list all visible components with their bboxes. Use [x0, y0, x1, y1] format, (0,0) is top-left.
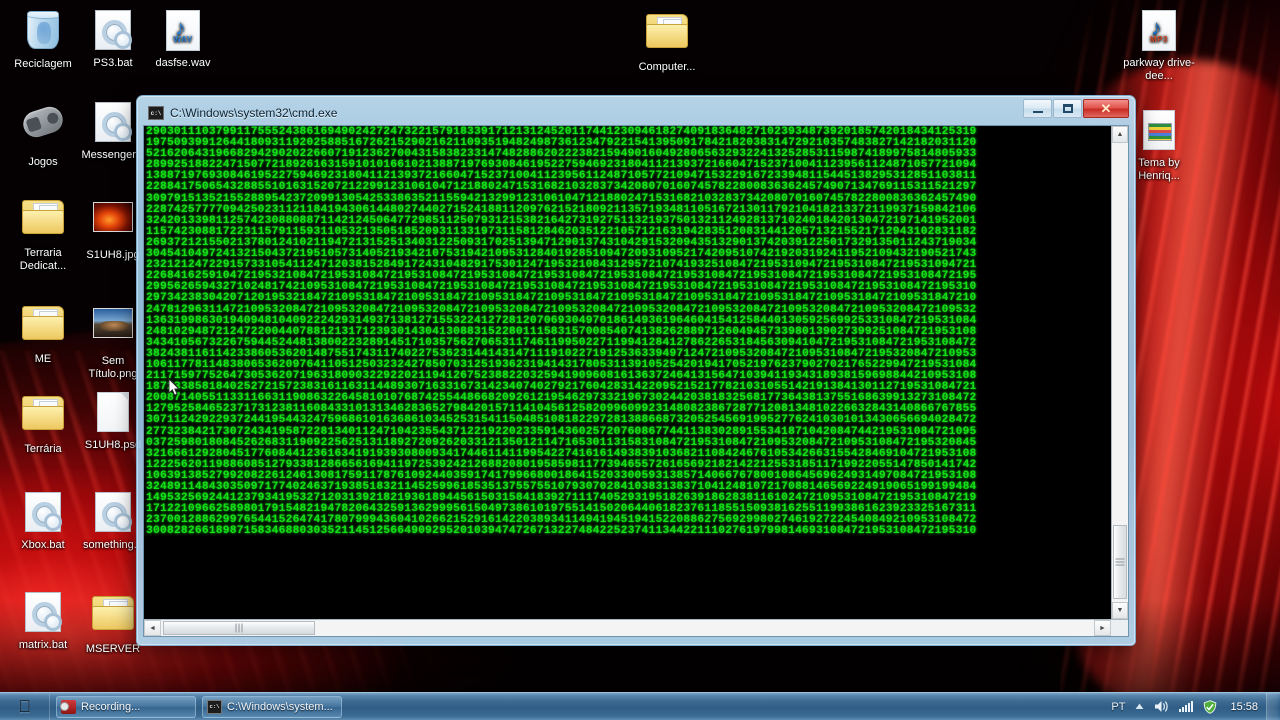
scroll-grip-icon	[1115, 558, 1125, 566]
cmd-console-output: 2903011103799117555243861694902427247322…	[144, 126, 1111, 619]
taskbar-button-cmd[interactable]: c:\ C:\Windows\system...	[202, 695, 342, 718]
trash-icon	[19, 11, 67, 55]
desktop-icon-label: Jogos	[28, 156, 58, 168]
speaker-icon	[1155, 701, 1169, 712]
shield-icon	[1204, 699, 1217, 714]
taskbar-button-label: Recording...	[81, 700, 141, 713]
show-hidden-icons-button[interactable]	[1130, 693, 1149, 720]
cmd-window[interactable]: c:\ C:\Windows\system32\cmd.exe ✕ 290301…	[136, 95, 1136, 646]
bat-icon	[89, 10, 137, 54]
desktop-icon-label: matrix.bat	[18, 639, 68, 651]
desktop-icon-label: Computer...	[638, 61, 696, 73]
desktop-icon[interactable]: Jogos	[6, 100, 80, 169]
start-button[interactable]: 	[0, 693, 50, 720]
volume-button[interactable]	[1149, 693, 1174, 720]
scroll-right-button[interactable]: ►	[1094, 620, 1111, 636]
taskbar-button-recording[interactable]: Recording...	[56, 695, 196, 718]
cmd-client-area: 2903011103799117555243861694902427247322…	[143, 125, 1129, 637]
bat-icon	[89, 492, 137, 536]
network-button[interactable]	[1174, 693, 1198, 720]
desktop-icon[interactable]: ♪ MP3 parkway drive- dee...	[1122, 8, 1196, 82]
doc-icon	[89, 392, 137, 436]
record-icon	[60, 699, 76, 714]
minimize-button[interactable]	[1023, 99, 1052, 118]
vertical-scrollbar[interactable]: ▲ ▼	[1111, 126, 1128, 619]
desktop-icon[interactable]: PS3.bat	[76, 8, 150, 70]
vertical-scroll-track[interactable]	[1112, 143, 1128, 602]
scrollbar-corner	[1111, 620, 1128, 636]
window-controls: ✕	[1023, 99, 1129, 118]
folder-icon	[19, 396, 67, 440]
desktop-icon-label: Reciclagem	[14, 58, 72, 70]
vertical-scroll-thumb[interactable]	[1113, 525, 1127, 599]
scroll-up-button[interactable]: ▲	[1112, 126, 1128, 143]
cmd-window-icon: c:\	[148, 106, 164, 120]
horizontal-scroll-track[interactable]	[161, 620, 1094, 636]
close-icon: ✕	[1100, 100, 1112, 116]
desktop-icon[interactable]: Terrária	[6, 390, 80, 456]
desktop-icon[interactable]: Computer...	[630, 8, 704, 74]
cmd-titlebar[interactable]: c:\ C:\Windows\system32\cmd.exe ✕	[143, 99, 1129, 125]
folder-icon	[89, 596, 137, 640]
desktop-icon-label: dasfse.wav	[155, 57, 211, 69]
zip-icon	[1135, 110, 1183, 154]
desktop-icon[interactable]: matrix.bat	[6, 590, 80, 652]
desktop-icon[interactable]: ME	[6, 300, 80, 366]
desktop-icon-label: Xbox.bat	[21, 539, 65, 551]
show-desktop-button[interactable]	[1266, 692, 1278, 720]
desktop-icon[interactable]: Reciclagem	[6, 8, 80, 71]
folder-icon	[643, 14, 691, 58]
bat-icon	[89, 102, 137, 146]
desktop-icon[interactable]: Terraria Dedicat...	[6, 194, 80, 272]
cmd-icon: c:\	[207, 699, 222, 714]
desktop-screen: Reciclagem PS3.bat ♪ WAV dasfse.wav Computer.…	[0, 0, 1280, 720]
desktop-icon-label: Terraria Dedicat...	[19, 247, 67, 272]
desktop-icon-label: parkway drive- dee...	[1123, 57, 1195, 82]
desktop-icon-label: PS3.bat	[93, 57, 133, 69]
maximize-icon	[1062, 104, 1073, 113]
image-scene-icon	[89, 308, 137, 352]
taskbar-button-label: C:\Windows\system...	[227, 700, 333, 713]
bat-icon	[19, 592, 67, 636]
desktop-icon[interactable]: Xbox.bat	[6, 490, 80, 552]
mp3-icon: ♪ MP3	[1135, 10, 1183, 54]
scroll-left-button[interactable]: ◄	[144, 620, 161, 636]
system-tray: PT 15:58	[1106, 692, 1280, 720]
image-fire-icon	[89, 202, 137, 246]
folder-icon	[19, 200, 67, 244]
minimize-icon	[1032, 111, 1043, 113]
close-button[interactable]: ✕	[1083, 99, 1129, 118]
wav-icon: ♪ WAV	[159, 10, 207, 54]
cmd-content-row: 2903011103799117555243861694902427247322…	[144, 126, 1128, 619]
horizontal-scrollbar[interactable]: ◄ ►	[144, 619, 1128, 636]
scroll-down-button[interactable]: ▼	[1112, 602, 1128, 619]
joystick-icon	[19, 103, 67, 153]
desktop-icon-label: ME	[34, 353, 52, 365]
maximize-button[interactable]	[1053, 99, 1082, 118]
desktop-icon-label: Terrária	[24, 443, 62, 455]
cmd-window-title: C:\Windows\system32\cmd.exe	[170, 106, 338, 120]
language-indicator[interactable]: PT	[1106, 693, 1130, 720]
desktop-icon[interactable]: ♪ WAV dasfse.wav	[146, 8, 220, 70]
scroll-grip-icon	[235, 623, 243, 633]
apple-logo-icon: 	[18, 698, 31, 715]
bat-icon	[19, 492, 67, 536]
chevron-up-icon	[1136, 703, 1144, 709]
network-bars-icon	[1179, 701, 1194, 712]
taskbar:  Recording... c:\ C:\Windows\system... …	[0, 692, 1280, 720]
horizontal-scroll-thumb[interactable]	[163, 621, 315, 635]
taskbar-clock[interactable]: 15:58	[1222, 693, 1266, 720]
security-button[interactable]	[1198, 693, 1222, 720]
folder-icon	[19, 306, 67, 350]
